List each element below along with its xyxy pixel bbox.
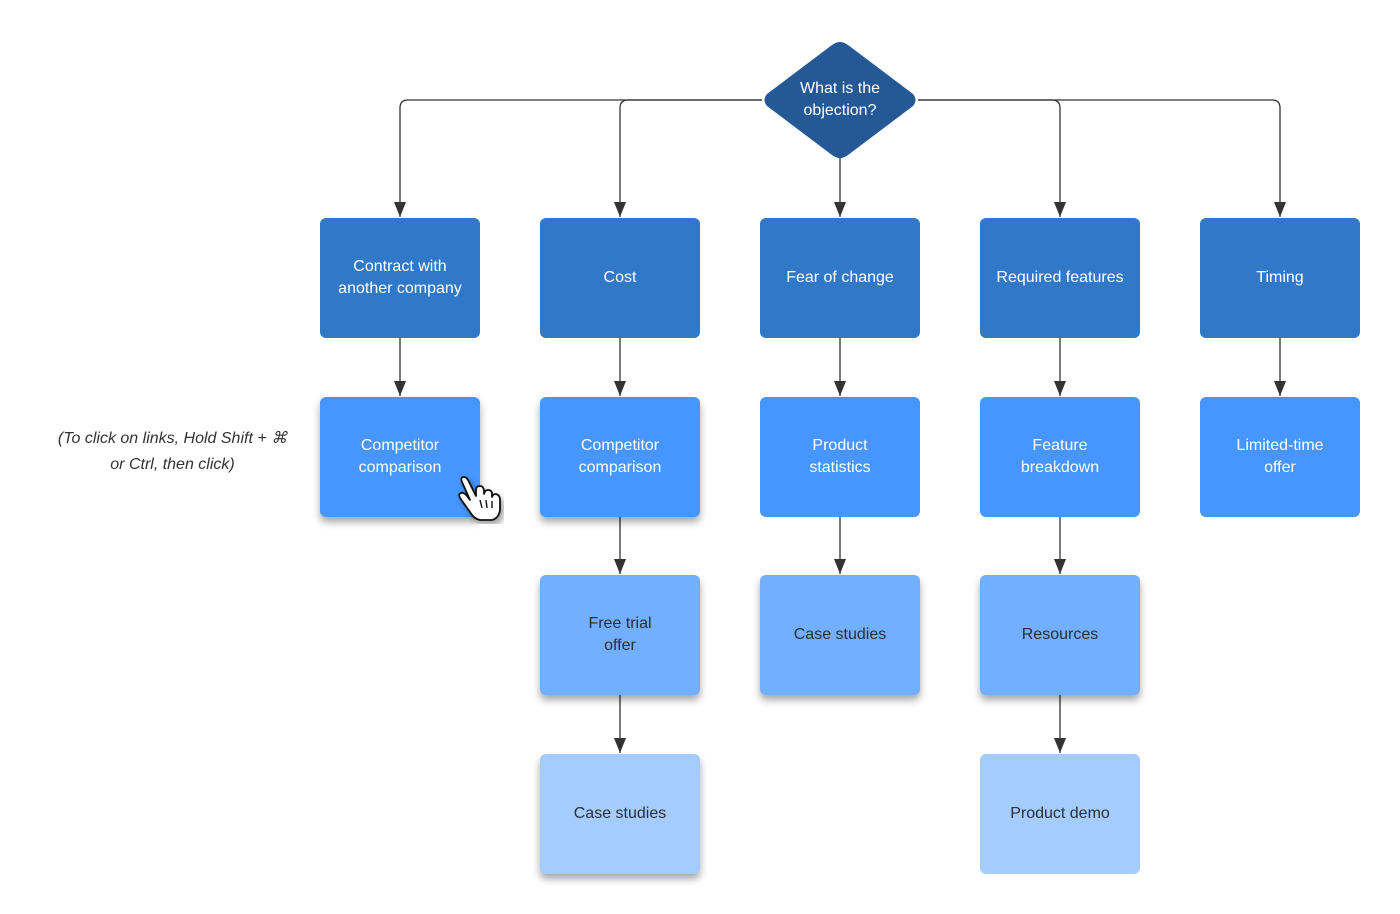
node-label: Case studies: [793, 626, 887, 643]
node-label: Cost: [603, 269, 637, 286]
node-label: Free trial offer: [588, 615, 652, 654]
node-contract[interactable]: Contract with another company: [320, 218, 480, 338]
node-case-studies-1[interactable]: Case studies: [540, 754, 700, 874]
node-label: Required features: [996, 269, 1124, 286]
node-case-studies-2[interactable]: Case studies: [760, 575, 920, 695]
node-label: Fear of change: [786, 269, 894, 286]
node-timing[interactable]: Timing: [1200, 218, 1360, 338]
connector-root-to-contract: [394, 99, 762, 217]
link-hint-text: (To click on links, Hold Shift + ⌘ or Ct…: [57, 430, 288, 473]
node-free-trial[interactable]: Free trial offer: [540, 575, 700, 695]
connector-root-to-cost: [614, 99, 762, 217]
node-product-stats[interactable]: Product statistics: [760, 397, 920, 517]
connector-root-to-required-features: [918, 99, 1066, 217]
node-label: Resources: [1021, 626, 1099, 643]
node-required-features[interactable]: Required features: [980, 218, 1140, 338]
decision-label: What is the objection?: [799, 80, 881, 119]
node-label: Case studies: [573, 805, 667, 822]
node-label: Competitor comparison: [358, 437, 442, 476]
decision-node-objection[interactable]: What is the objection?: [762, 42, 918, 158]
node-competitor-2[interactable]: Competitor comparison: [540, 397, 700, 517]
node-cost[interactable]: Cost: [540, 218, 700, 338]
node-limited-offer[interactable]: Limited-time offer: [1200, 397, 1360, 517]
node-fear[interactable]: Fear of change: [760, 218, 920, 338]
node-label: Competitor comparison: [578, 437, 662, 476]
node-label: Product demo: [1010, 805, 1110, 822]
node-label: Limited-time offer: [1236, 437, 1324, 476]
node-resources[interactable]: Resources: [980, 575, 1140, 695]
node-label: Feature breakdown: [1020, 437, 1100, 476]
node-label: Product statistics: [809, 437, 871, 476]
node-product-demo[interactable]: Product demo: [980, 754, 1140, 874]
node-competitor-1[interactable]: Competitor comparison: [320, 397, 480, 517]
node-label: Contract with another company: [338, 258, 462, 297]
flowchart-canvas: What is the objection? Contract with ano…: [0, 0, 1400, 914]
node-feature-breakdown[interactable]: Feature breakdown: [980, 397, 1140, 517]
connector-root-to-timing: [918, 99, 1286, 217]
node-label: Timing: [1256, 269, 1304, 286]
